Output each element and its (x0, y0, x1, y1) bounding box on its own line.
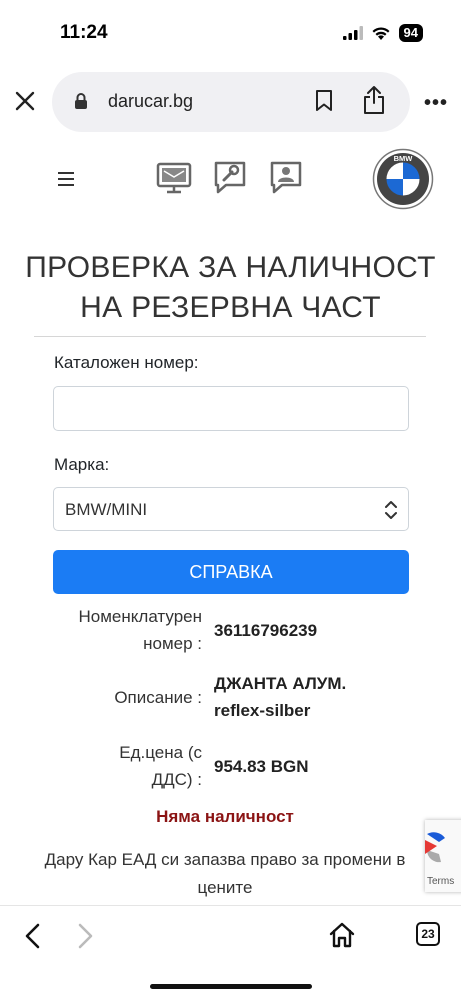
wrench-chat-icon[interactable] (212, 160, 248, 196)
nomenclature-label-line1: Номенклатурен (78, 607, 202, 626)
home-icon[interactable] (328, 921, 356, 949)
catalog-number-label: Каталожен номер: (54, 353, 199, 372)
brand-select[interactable]: BMW/MINI (53, 487, 409, 531)
forward-icon[interactable] (74, 922, 96, 950)
description-value-line1: ДЖАНТА АЛУМ. (214, 674, 347, 693)
back-icon[interactable] (22, 922, 44, 950)
nomenclature-label: Номенклатурен номер : (52, 603, 202, 657)
signal-icon (342, 26, 363, 40)
recaptcha-terms-link[interactable]: Terms (427, 876, 454, 887)
browser-toolbar: darucar.bg ••• (0, 70, 461, 134)
wifi-icon (372, 26, 390, 40)
monitor-icon[interactable] (156, 160, 192, 196)
submit-button[interactable]: СПРАВКА (53, 550, 409, 594)
brand-label: Марка: (54, 455, 110, 474)
recaptcha-badge[interactable]: Terms (425, 820, 461, 892)
nomenclature-value: 36116796239 (214, 621, 318, 640)
price-label: Ед.цена (с ДДС) : (52, 739, 202, 793)
status-icons: 94 (342, 24, 423, 42)
url-text: darucar.bg (108, 91, 194, 111)
page-title-line1: ПРОВЕРКА ЗА НАЛИЧНОСТ (25, 251, 436, 284)
title-divider (34, 336, 426, 337)
battery-icon: 94 (398, 24, 423, 42)
nomenclature-label-line2: номер : (143, 634, 202, 653)
page-title-line2: НА РЕЗЕРВНА ЧАСТ (80, 291, 381, 324)
tabs-icon[interactable]: 23 (416, 922, 440, 946)
catalog-number-input[interactable] (53, 386, 409, 431)
page-title: ПРОВЕРКА ЗА НАЛИЧНОСТ НА РЕЗЕРВНА ЧАСТ (0, 248, 461, 328)
status-time: 11:24 (60, 22, 108, 43)
address-bar[interactable]: darucar.bg (52, 72, 410, 132)
more-icon[interactable]: ••• (424, 92, 448, 115)
chevron-updown-icon (385, 501, 397, 519)
description-value: ДЖАНТА АЛУМ. reflex-silber (214, 670, 346, 724)
bmw-logo-letters: BMW (394, 154, 414, 163)
price-disclaimer: Дару Кар ЕАД си запазва право за промени… (44, 850, 406, 897)
share-icon[interactable] (362, 85, 386, 115)
menu-icon[interactable] (58, 172, 74, 190)
close-icon[interactable] (14, 90, 36, 112)
price-label-line2: ДДС) : (151, 770, 202, 789)
bookmark-icon[interactable] (314, 89, 334, 113)
price-value: 954.83 BGN (214, 757, 309, 776)
person-chat-icon[interactable] (268, 160, 304, 196)
description-label: Описание : (114, 688, 202, 707)
browser-bottom-bar: 23 (0, 905, 461, 999)
lock-icon (75, 93, 87, 109)
brand-select-value: BMW/MINI (65, 500, 148, 519)
recaptcha-icon (425, 832, 445, 863)
site-header: BMW (0, 140, 461, 218)
bmw-logo[interactable]: BMW (372, 148, 434, 210)
description-value-line2: reflex-silber (214, 701, 311, 720)
price-label-line1: Ед.цена (с (119, 743, 202, 762)
availability-status: Няма наличност (156, 807, 294, 826)
home-indicator (150, 984, 312, 989)
status-bar: 11:24 94 (0, 0, 461, 66)
